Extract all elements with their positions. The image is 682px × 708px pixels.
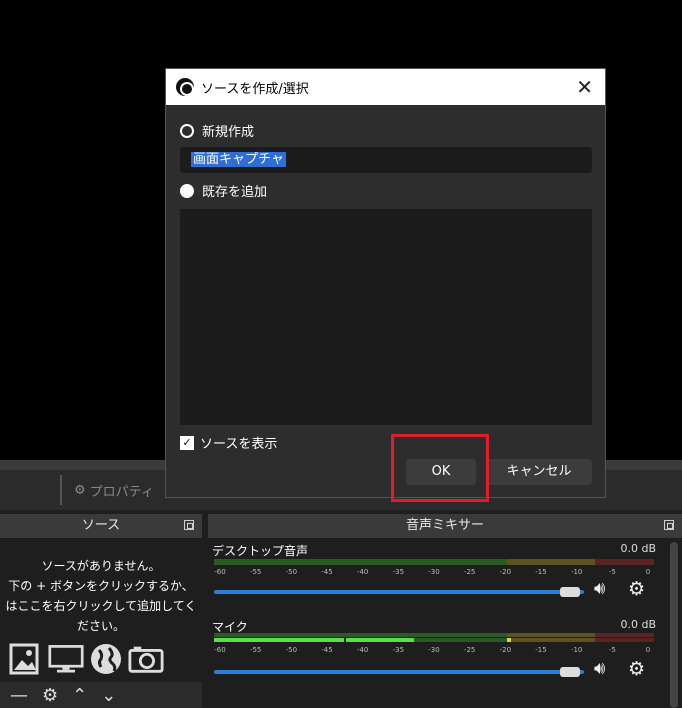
undock-icon[interactable]	[664, 520, 674, 530]
gear-icon[interactable]: ⚙	[628, 658, 645, 680]
move-down-chevron-icon[interactable]: ⌄	[101, 685, 116, 706]
undock-icon[interactable]	[184, 520, 194, 530]
meter-tick-label: -10	[570, 568, 583, 576]
mixer-title-bar: 音声ミキサー	[208, 514, 682, 538]
meter-tick-label: -25	[463, 646, 476, 654]
visible-checkbox-row[interactable]: ✓ ソースを表示	[180, 433, 277, 452]
gear-icon[interactable]: ⚙	[628, 578, 645, 600]
meter-tick-label: -25	[463, 568, 476, 576]
audio-mixer-panel: 音声ミキサー デスクトップ音声 0.0 dB -60 -55 -50 -45 -40 -3…	[208, 514, 682, 708]
volume-slider-handle[interactable]	[560, 667, 580, 677]
meter-tick-label: -30	[428, 646, 440, 654]
meter-tick-label: -55	[249, 646, 262, 654]
meter-tick-label: -45	[321, 646, 333, 654]
meter-tick-label: -20	[499, 568, 512, 576]
image-icon	[9, 643, 39, 675]
mixer-title: 音声ミキサー	[405, 518, 484, 533]
move-up-chevron-icon[interactable]: ⌃	[72, 685, 87, 706]
source-type-icons	[0, 636, 202, 676]
meter-tick-label: -45	[321, 568, 333, 576]
level-meter	[214, 633, 654, 642]
empty-line-1: ソースがありません。	[41, 559, 161, 573]
level-meter	[214, 559, 654, 565]
create-new-label: 新規作成	[202, 125, 255, 140]
sources-title: ソース	[81, 518, 121, 533]
properties-button[interactable]: ⚙ プロパティ	[60, 475, 154, 505]
create-new-radio-row[interactable]: 新規作成	[180, 121, 254, 140]
meter-ticks: -60 -55 -50 -45 -40 -35 -30 -25 -20 -15 -10 -5 0	[214, 568, 654, 578]
meter-tick-label: -50	[285, 568, 298, 576]
track-db: 0.0 dB	[620, 542, 656, 555]
source-name-value: 画面キャプチャ	[191, 152, 286, 167]
volume-slider[interactable]	[214, 670, 584, 674]
obs-logo-icon	[176, 78, 194, 96]
meter-tick-label: -60	[214, 568, 226, 576]
source-name-input[interactable]: 画面キャプチャ	[180, 147, 592, 173]
camera-icon	[128, 646, 164, 673]
speaker-icon[interactable]: 🔊︎	[594, 658, 605, 679]
meter-ticks: -60 -55 -50 -45 -40 -35 -30 -25 -20 -15 -10 -5 0	[214, 646, 654, 656]
meter-tick-label: -35	[392, 568, 405, 576]
empty-line-2: 下の + ボタンをクリックするか、	[8, 579, 194, 593]
close-icon[interactable]: ✕	[576, 75, 593, 99]
source-settings-gear-icon[interactable]: ⚙	[42, 685, 58, 706]
add-existing-label: 既存を追加	[202, 185, 268, 200]
meter-tick-label: -60	[214, 646, 226, 654]
obs-window: ⚙ プロパティ ソース ソースがありません。 下の + ボタンをクリックするか、…	[0, 0, 682, 708]
mixer-scrollbar[interactable]	[670, 542, 678, 708]
track-name: デスクトップ音声	[212, 544, 309, 558]
speaker-icon[interactable]: 🔊︎	[594, 578, 605, 599]
existing-sources-list[interactable]	[180, 209, 592, 425]
meter-tick-label: -5	[608, 568, 616, 576]
ok-highlight-box	[391, 434, 489, 502]
dialog-title: ソースを作成/選択	[201, 81, 309, 97]
sources-bottom-toolbar: — ⚙ ⌃ ⌄	[0, 682, 202, 708]
monitor-icon	[48, 645, 84, 673]
globe-icon	[91, 644, 121, 674]
visible-label: ソースを表示	[200, 437, 278, 452]
add-existing-radio[interactable]	[180, 183, 194, 198]
meter-tick-label: -55	[249, 568, 262, 576]
meter-tick-label: -30	[428, 568, 440, 576]
meter-tick-label: -15	[535, 646, 547, 654]
empty-line-3: はここを右クリックして追加してください。	[5, 599, 197, 633]
properties-label: プロパティ	[89, 484, 154, 500]
remove-source-icon[interactable]: —	[10, 685, 28, 706]
meter-tick-label: -50	[285, 646, 298, 654]
volume-slider-handle[interactable]	[560, 587, 580, 597]
meter-tick-label: -10	[570, 646, 583, 654]
sources-panel: ソース ソースがありません。 下の + ボタンをクリックするか、 はここを右クリ…	[0, 514, 202, 708]
meter-tick-label: 0	[645, 568, 651, 576]
meter-tick-label: -40	[356, 568, 369, 576]
sources-title-bar: ソース	[0, 514, 202, 538]
meter-tick-label: -40	[356, 646, 369, 654]
dialog-title-bar: ソースを作成/選択 ✕	[166, 69, 605, 105]
meter-tick-label: -15	[535, 568, 547, 576]
meter-tick-label: 0	[645, 646, 651, 654]
visible-checkbox[interactable]: ✓	[180, 435, 194, 450]
meter-tick-label: -20	[499, 646, 512, 654]
create-select-source-dialog: ソースを作成/選択 ✕ 新規作成 画面キャプチャ 既存を追加 ✓ ソースを表示 …	[165, 68, 606, 498]
meter-tick-label: -5	[608, 646, 616, 654]
track-db: 0.0 dB	[620, 618, 656, 631]
create-new-radio[interactable]	[180, 123, 194, 138]
add-existing-radio-row[interactable]: 既存を追加	[180, 181, 267, 200]
gear-icon: ⚙	[74, 482, 86, 498]
cancel-button[interactable]: キャンセル	[486, 459, 592, 485]
meter-tick-label: -35	[392, 646, 405, 654]
sources-empty-message[interactable]: ソースがありません。 下の + ボタンをクリックするか、 はここを右クリックして…	[0, 538, 202, 636]
volume-slider[interactable]	[214, 590, 584, 594]
